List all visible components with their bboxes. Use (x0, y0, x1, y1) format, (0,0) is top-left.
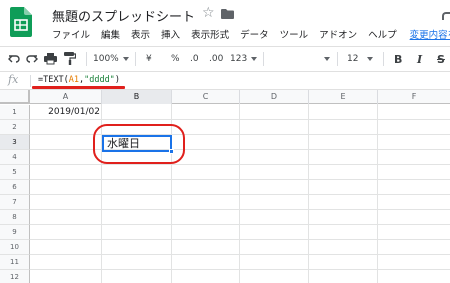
chevron-down-icon (122, 57, 129, 61)
row-header-4[interactable]: 4 (0, 150, 30, 165)
paint-format-icon[interactable] (64, 52, 76, 65)
strikethrough-button[interactable]: S (437, 47, 445, 71)
font-family-select[interactable] (270, 47, 330, 71)
row-header-10[interactable]: 10 (0, 240, 30, 255)
formula-input[interactable]: =TEXT(A1,"dddd") (38, 75, 120, 85)
menu-bar: ファイル 編集 表示 挿入 表示形式 データ ツール アドオン ヘルプ 変更内容… (52, 27, 450, 41)
row-gridline (30, 269, 450, 270)
row-gridline (30, 254, 450, 255)
menu-view[interactable]: 表示 (131, 27, 150, 41)
formula-format-string: "dddd" (84, 75, 115, 85)
row-gridline (30, 194, 450, 195)
chevron-down-icon (367, 57, 374, 61)
row-gridline (30, 164, 450, 165)
row-gridline (30, 224, 450, 225)
formula-cell-reference: A1 (68, 75, 79, 85)
column-gridline (308, 104, 309, 283)
menu-edit[interactable]: 編集 (101, 27, 120, 41)
print-icon[interactable] (44, 52, 57, 65)
row-header-8[interactable]: 8 (0, 210, 30, 225)
row-header-5[interactable]: 5 (0, 165, 30, 180)
increase-decimal-button[interactable]: .00 (209, 47, 223, 71)
menu-help[interactable]: ヘルプ (368, 27, 397, 41)
fx-icon: fx (8, 73, 19, 86)
row-gridline (30, 209, 450, 210)
menu-insert[interactable]: 挿入 (161, 27, 180, 41)
account-icon[interactable] (442, 12, 450, 20)
row-header-2[interactable]: 2 (0, 120, 30, 135)
redo-icon[interactable] (26, 53, 38, 65)
select-all-corner[interactable] (0, 90, 30, 104)
menu-format[interactable]: 表示形式 (191, 27, 229, 41)
chevron-down-icon (324, 57, 330, 61)
column-gridline (377, 104, 378, 283)
row-header-11[interactable]: 11 (0, 255, 30, 270)
undo-icon[interactable] (8, 53, 20, 65)
title-bar: 無題のスプレッドシート ☆ ファイル 編集 表示 挿入 表示形式 データ ツール… (0, 0, 450, 46)
row-gridline (30, 179, 450, 180)
row-header-6[interactable]: 6 (0, 180, 30, 195)
cell-a1[interactable]: 2019/01/02 (30, 105, 102, 119)
folder-icon[interactable] (221, 9, 234, 19)
toolbar-separator (263, 52, 264, 66)
formula-annotation-underline (32, 86, 125, 89)
chevron-down-icon (251, 57, 258, 61)
toolbar: 100% ¥ % .0 .00 123 12 B I S (0, 46, 450, 72)
row-header-7[interactable]: 7 (0, 195, 30, 210)
percent-format-button[interactable]: % (171, 47, 180, 71)
toolbar-separator (86, 52, 87, 66)
cell-annotation-circle (93, 124, 185, 164)
more-formats-select[interactable]: 123 (230, 47, 258, 71)
bold-button[interactable]: B (394, 47, 402, 71)
zoom-value: 100% (93, 54, 119, 64)
font-size-value: 12 (347, 54, 359, 64)
row-header-12[interactable]: 12 (0, 270, 30, 283)
column-header-b[interactable]: B (102, 90, 172, 104)
row-header-9[interactable]: 9 (0, 225, 30, 240)
toolbar-separator (337, 52, 338, 66)
column-header-f[interactable]: F (378, 90, 450, 104)
last-edit-link[interactable]: 変更内容を (410, 27, 450, 41)
column-header-e[interactable]: E (309, 90, 378, 104)
star-icon[interactable]: ☆ (202, 5, 215, 21)
decrease-decimal-button[interactable]: .0 (190, 47, 199, 71)
menu-file[interactable]: ファイル (52, 27, 90, 41)
row-gridline (30, 119, 450, 120)
menu-tools[interactable]: ツール (280, 27, 309, 41)
formula-close-paren: ) (114, 75, 120, 85)
sheets-logo-icon[interactable] (10, 7, 32, 37)
menu-data[interactable]: データ (240, 27, 269, 41)
font-size-select[interactable]: 12 (347, 47, 374, 71)
document-title[interactable]: 無題のスプレッドシート (52, 6, 195, 25)
menu-addons[interactable]: アドオン (319, 27, 357, 41)
row-header-3[interactable]: 3 (0, 135, 30, 150)
column-header-a[interactable]: A (30, 90, 102, 104)
column-gridline (239, 104, 240, 283)
more-formats-label: 123 (230, 54, 248, 64)
italic-button[interactable]: I (417, 47, 422, 71)
row-gridline (30, 239, 450, 240)
row-header-1[interactable]: 1 (0, 105, 30, 120)
column-header-c[interactable]: C (172, 90, 240, 104)
formula-function: =TEXT( (38, 75, 69, 85)
currency-format-button[interactable]: ¥ (146, 47, 152, 71)
zoom-select[interactable]: 100% (93, 47, 129, 71)
toolbar-separator (135, 52, 136, 66)
toolbar-separator (383, 52, 384, 66)
column-header-d[interactable]: D (240, 90, 309, 104)
formula-bar-separator (30, 75, 31, 87)
